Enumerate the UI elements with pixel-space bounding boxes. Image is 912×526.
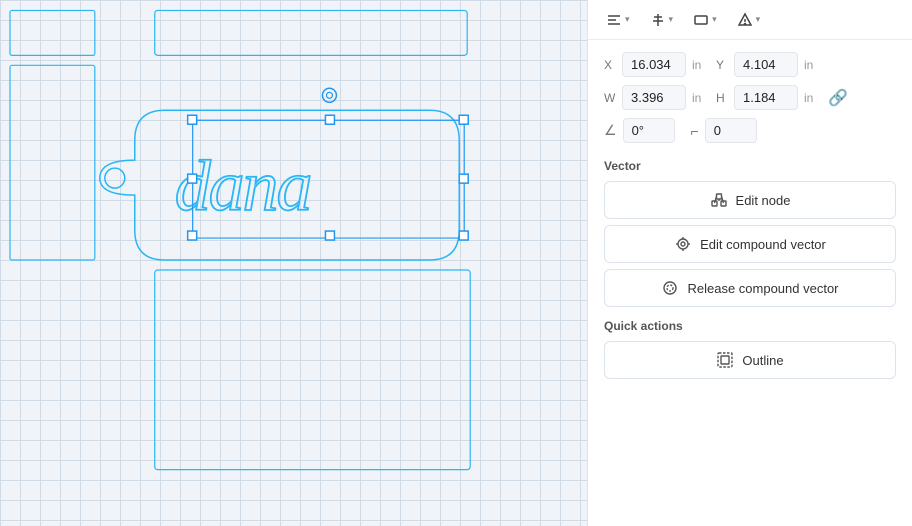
outline-icon — [716, 351, 734, 369]
align-btn-1[interactable]: ▾ — [600, 9, 636, 31]
outline-label: Outline — [742, 353, 783, 368]
chevron-3: ▾ — [712, 14, 717, 25]
warn-btn[interactable]: ▾ — [731, 9, 767, 31]
chevron-4: ▾ — [756, 14, 761, 25]
wh-row: W in H in 🔗 — [604, 85, 896, 110]
angle-item: ∠ — [604, 118, 675, 143]
x-label: X — [604, 58, 616, 72]
release-compound-vector-button[interactable]: Release compound vector — [604, 269, 896, 307]
edit-node-button[interactable]: Edit node — [604, 181, 896, 219]
vector-section-header: Vector — [604, 159, 896, 173]
y-label: Y — [716, 58, 728, 72]
x-input[interactable] — [622, 52, 686, 77]
corner-item: ⌐ — [691, 118, 757, 143]
canvas-area[interactable]: dana — [0, 0, 588, 526]
release-compound-label: Release compound vector — [687, 281, 838, 296]
align-btn-2[interactable]: ▾ — [644, 9, 680, 31]
angle-icon: ∠ — [604, 122, 617, 139]
angle-input[interactable] — [623, 118, 675, 143]
lock-icon[interactable]: 🔗 — [828, 88, 848, 108]
chevron-2: ▾ — [669, 14, 674, 25]
properties-panel: X in Y in W in H in 🔗 ∠ ⌐ — [588, 40, 912, 526]
w-label: W — [604, 91, 616, 105]
w-unit: in — [692, 91, 710, 105]
edit-node-label: Edit node — [736, 193, 791, 208]
angle-row: ∠ ⌐ — [604, 118, 896, 143]
flip-btn[interactable]: ▾ — [687, 9, 723, 31]
corner-icon: ⌐ — [691, 123, 699, 139]
x-unit: in — [692, 58, 710, 72]
edit-compound-icon — [674, 235, 692, 253]
release-compound-icon — [661, 279, 679, 297]
h-input[interactable] — [734, 85, 798, 110]
edit-compound-vector-button[interactable]: Edit compound vector — [604, 225, 896, 263]
outline-button[interactable]: Outline — [604, 341, 896, 379]
edit-node-icon — [710, 191, 728, 209]
svg-text:dana: dana — [175, 146, 311, 226]
sidebar-toolbar: ▾ ▾ ▾ ▾ — [588, 0, 912, 40]
w-input[interactable] — [622, 85, 686, 110]
corner-input[interactable] — [705, 118, 757, 143]
chevron-1: ▾ — [625, 14, 630, 25]
y-input[interactable] — [734, 52, 798, 77]
h-unit: in — [804, 91, 822, 105]
edit-compound-label: Edit compound vector — [700, 237, 826, 252]
sidebar: ▾ ▾ ▾ ▾ X — [588, 0, 912, 526]
y-unit: in — [804, 58, 822, 72]
xy-row: X in Y in — [604, 52, 896, 77]
h-label: H — [716, 91, 728, 105]
quick-actions-header: Quick actions — [604, 319, 896, 333]
